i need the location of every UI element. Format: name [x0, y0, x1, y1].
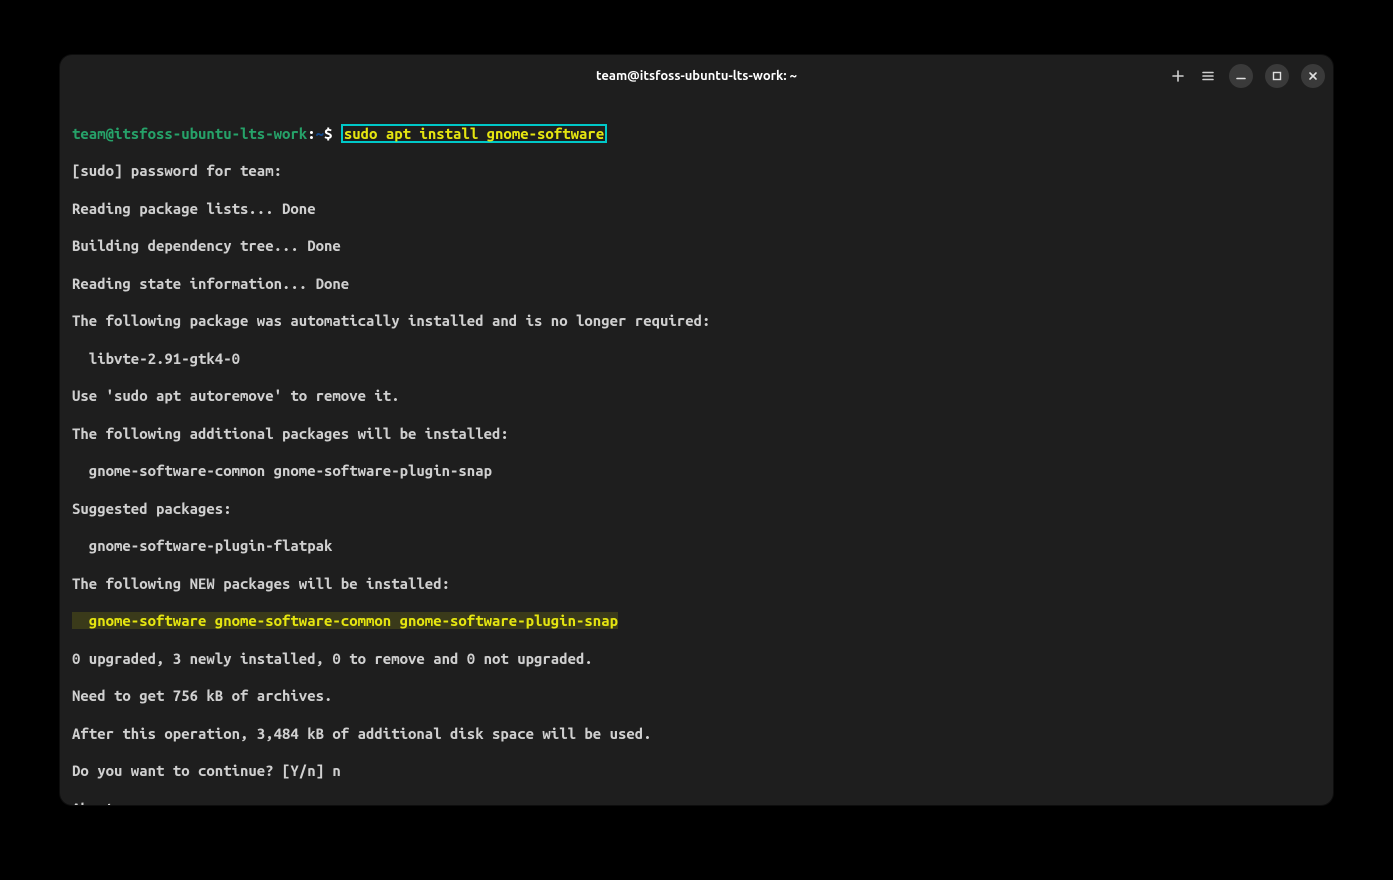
- minimize-button[interactable]: [1229, 64, 1253, 88]
- output-line: libvte-2.91-gtk4-0: [72, 350, 1321, 369]
- output-line: Building dependency tree... Done: [72, 237, 1321, 256]
- prompt-path: ~: [316, 125, 324, 142]
- output-line: gnome-software gnome-software-common gno…: [72, 612, 1321, 631]
- terminal-window: team@itsfoss-ubuntu-lts-work: ~ team@its…: [60, 55, 1333, 805]
- output-line: Need to get 756 kB of archives.: [72, 687, 1321, 706]
- window-title: team@itsfoss-ubuntu-lts-work: ~: [596, 69, 797, 83]
- terminal-body[interactable]: team@itsfoss-ubuntu-lts-work:~$ sudo apt…: [60, 97, 1333, 805]
- prompt-sep: :: [307, 125, 315, 142]
- command-highlight: sudo apt install gnome-software: [341, 124, 607, 143]
- output-line: The following package was automatically …: [72, 312, 1321, 331]
- output-line: The following additional packages will b…: [72, 425, 1321, 444]
- titlebar-controls: [1169, 64, 1325, 88]
- titlebar: team@itsfoss-ubuntu-lts-work: ~: [60, 55, 1333, 97]
- prompt-dollar: $: [324, 125, 332, 142]
- output-line: gnome-software-common gnome-software-plu…: [72, 462, 1321, 481]
- prompt-user: team@itsfoss-ubuntu-lts-work: [72, 125, 307, 142]
- output-line: Reading state information... Done: [72, 275, 1321, 294]
- output-line: 0 upgraded, 3 newly installed, 0 to remo…: [72, 650, 1321, 669]
- output-line: Use 'sudo apt autoremove' to remove it.: [72, 387, 1321, 406]
- output-line: [sudo] password for team:: [72, 162, 1321, 181]
- output-line: Suggested packages:: [72, 500, 1321, 519]
- output-line: Reading package lists... Done: [72, 200, 1321, 219]
- output-line: The following NEW packages will be insta…: [72, 575, 1321, 594]
- maximize-button[interactable]: [1265, 64, 1289, 88]
- menu-button[interactable]: [1199, 67, 1217, 85]
- prompt-line: team@itsfoss-ubuntu-lts-work:~$ sudo apt…: [72, 124, 1321, 144]
- output-line: gnome-software-plugin-flatpak: [72, 537, 1321, 556]
- new-tab-button[interactable]: [1169, 67, 1187, 85]
- output-line: Do you want to continue? [Y/n] n: [72, 762, 1321, 781]
- output-line: Abort.: [72, 800, 1321, 805]
- close-button[interactable]: [1301, 64, 1325, 88]
- output-line: After this operation, 3,484 kB of additi…: [72, 725, 1321, 744]
- new-packages: gnome-software gnome-software-common gno…: [72, 612, 618, 629]
